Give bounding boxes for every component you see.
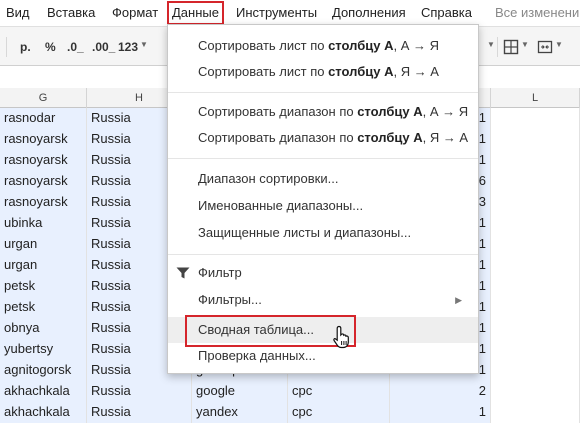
- menu-separator: [168, 158, 478, 159]
- menu-label: Сортировать диапазон по: [198, 104, 358, 119]
- submenu-arrow-icon: ▶: [455, 295, 462, 305]
- menu-label-bold: столбцу А: [328, 64, 394, 79]
- format-currency-button[interactable]: р.: [20, 39, 31, 55]
- toolbar-separator: [6, 37, 7, 57]
- menu-label: Сортировать лист по: [198, 38, 329, 53]
- menu-view[interactable]: Вид: [6, 4, 30, 22]
- menu-named-ranges[interactable]: Именованные диапазоны...: [168, 193, 478, 219]
- cell-empty[interactable]: [491, 108, 580, 129]
- menu-label-bold: столбцу А: [357, 104, 423, 119]
- menu-sort-range-za[interactable]: Сортировать диапазон по столбцу А, Я → А: [168, 125, 478, 151]
- cell-source[interactable]: yandex: [192, 402, 288, 423]
- cell-city[interactable]: yubertsy: [0, 339, 87, 360]
- menu-sort-range-az[interactable]: Сортировать диапазон по столбцу А, А → Я: [168, 99, 478, 125]
- cell-empty[interactable]: [491, 339, 580, 360]
- menu-data-validation[interactable]: Проверка данных...: [168, 343, 478, 369]
- menu-label: , А → Я: [422, 104, 469, 119]
- cell-city[interactable]: obnya: [0, 318, 87, 339]
- menu-sort-range[interactable]: Диапазон сортировки...: [168, 166, 478, 192]
- cell-city[interactable]: rasnoyarsk: [0, 129, 87, 150]
- cell-empty[interactable]: [491, 234, 580, 255]
- cell-empty[interactable]: [491, 150, 580, 171]
- cell-city[interactable]: petsk: [0, 276, 87, 297]
- menu-filters[interactable]: Фильтры... ▶: [168, 287, 478, 313]
- menu-label: , А → Я: [393, 38, 439, 53]
- chevron-down-icon: ▼: [140, 40, 148, 49]
- cell-city[interactable]: petsk: [0, 297, 87, 318]
- cell-city[interactable]: ubinka: [0, 213, 87, 234]
- save-status[interactable]: Все изменени: [495, 4, 579, 22]
- cell-empty[interactable]: [491, 276, 580, 297]
- cell-empty[interactable]: [491, 297, 580, 318]
- menu-sort-sheet-az[interactable]: Сортировать лист по столбцу А, А → Я: [168, 33, 478, 59]
- menu-help[interactable]: Справка: [421, 4, 472, 22]
- cell-city[interactable]: rasnoyarsk: [0, 171, 87, 192]
- cell-country[interactable]: Russia: [87, 402, 192, 423]
- menu-label-bold: столбцу А: [328, 38, 394, 53]
- cell-empty[interactable]: [491, 318, 580, 339]
- cell-empty[interactable]: [491, 213, 580, 234]
- cell-city[interactable]: rasnodar: [0, 108, 87, 129]
- chevron-down-icon: ▼: [555, 40, 563, 49]
- borders-icon[interactable]: [503, 39, 519, 55]
- table-row: akhachkala Russia yandex cpc 1: [0, 402, 580, 423]
- menu-data[interactable]: Данные: [167, 1, 224, 25]
- cell-city[interactable]: rasnoyarsk: [0, 192, 87, 213]
- cell-city[interactable]: urgan: [0, 255, 87, 276]
- menu-separator: [168, 92, 478, 93]
- filter-icon: [176, 267, 190, 279]
- cell-empty[interactable]: [491, 381, 580, 402]
- column-header-g[interactable]: G: [0, 88, 87, 108]
- menu-label-bold: столбцу А: [357, 130, 423, 145]
- cell-empty[interactable]: [491, 402, 580, 423]
- cell-count[interactable]: 1: [390, 402, 491, 423]
- merge-icon[interactable]: [537, 39, 553, 55]
- chevron-down-icon: ▼: [487, 40, 495, 49]
- menu-tools[interactable]: Инструменты: [236, 4, 317, 22]
- cell-empty[interactable]: [491, 255, 580, 276]
- cell-empty[interactable]: [491, 129, 580, 150]
- menu-separator: [168, 254, 478, 255]
- cell-source[interactable]: google: [192, 381, 288, 402]
- menu-format[interactable]: Формат: [112, 4, 158, 22]
- menu-addons[interactable]: Дополнения: [332, 4, 406, 22]
- toolbar-separator: [497, 37, 498, 57]
- table-row: akhachkala Russia google cpc 2: [0, 381, 580, 402]
- cell-count[interactable]: 2: [390, 381, 491, 402]
- menu-label: Фильтры...: [198, 292, 262, 307]
- menu-label: Фильтр: [198, 265, 242, 280]
- cell-city[interactable]: agnitogorsk: [0, 360, 87, 381]
- decrease-decimals-button[interactable]: .0_: [67, 39, 84, 55]
- menu-protected-sheets[interactable]: Защищенные листы и диапазоны...: [168, 220, 478, 246]
- cell-empty[interactable]: [491, 171, 580, 192]
- cell-city[interactable]: akhachkala: [0, 381, 87, 402]
- menu-label: , Я → А: [393, 64, 439, 79]
- cell-empty[interactable]: [491, 192, 580, 213]
- menu-filter[interactable]: Фильтр: [168, 260, 478, 286]
- hand-cursor-icon: [333, 325, 349, 349]
- menu-insert[interactable]: Вставка: [47, 4, 95, 22]
- cell-city[interactable]: akhachkala: [0, 402, 87, 423]
- cell-empty[interactable]: [491, 360, 580, 381]
- increase-decimals-button[interactable]: .00_: [92, 39, 115, 55]
- column-header-l[interactable]: L: [491, 88, 580, 108]
- format-percent-button[interactable]: %: [45, 39, 56, 55]
- menu-bar: Вид Вставка Формат Данные Инструменты До…: [0, 0, 580, 26]
- cell-medium[interactable]: cpc: [288, 381, 390, 402]
- cell-city[interactable]: urgan: [0, 234, 87, 255]
- chevron-down-icon: ▼: [521, 40, 529, 49]
- cell-country[interactable]: Russia: [87, 381, 192, 402]
- menu-label: , Я → А: [422, 130, 469, 145]
- more-formats-button[interactable]: 123: [118, 39, 138, 55]
- data-menu-dropdown: Сортировать лист по столбцу А, А → Я Сор…: [167, 24, 479, 374]
- menu-sort-sheet-za[interactable]: Сортировать лист по столбцу А, Я → А: [168, 59, 478, 85]
- menu-label: Сортировать диапазон по: [198, 130, 358, 145]
- cell-city[interactable]: rasnoyarsk: [0, 150, 87, 171]
- menu-label: Сортировать лист по: [198, 64, 329, 79]
- cell-medium[interactable]: cpc: [288, 402, 390, 423]
